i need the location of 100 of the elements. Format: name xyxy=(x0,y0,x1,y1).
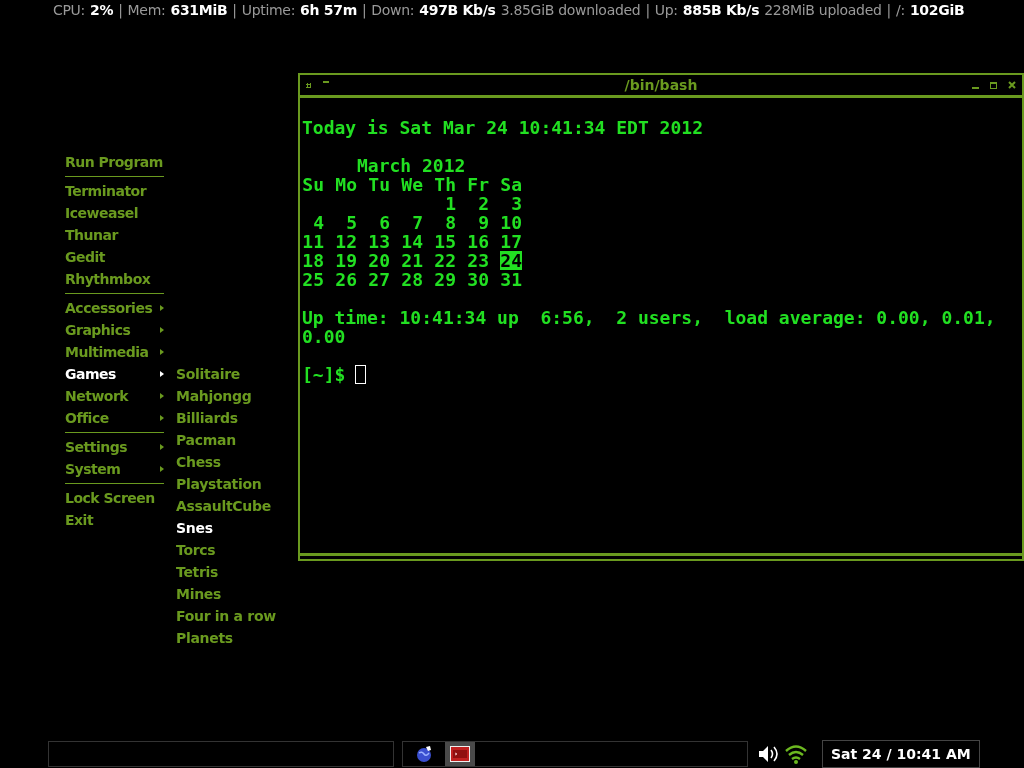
separator: | xyxy=(118,2,123,18)
status-value: 102GiB xyxy=(909,2,965,18)
arrow-icon xyxy=(160,466,164,472)
calendar-day: 20 xyxy=(368,251,390,270)
calendar-day: 6 xyxy=(379,213,390,232)
calendar-day: 12 xyxy=(335,232,357,251)
calendar-day: 18 xyxy=(302,251,324,270)
menu-item[interactable]: System xyxy=(65,459,165,481)
separator: | xyxy=(886,2,892,18)
menu-item[interactable]: Office xyxy=(65,408,165,430)
calendar-day: 30 xyxy=(467,270,489,289)
status-value: 6h 57m xyxy=(300,2,357,18)
weekday-label: We xyxy=(400,175,423,194)
shell-prompt: [~]$ xyxy=(302,365,346,384)
menu-item[interactable]: Billiards xyxy=(176,408,276,430)
menu-item[interactable]: Network xyxy=(65,386,165,408)
output-line: Today is Sat Mar 24 10:41:34 EDT 2012 xyxy=(302,118,704,137)
calendar-day: 28 xyxy=(401,270,423,289)
arrow-icon xyxy=(160,444,164,450)
menu-item[interactable]: Mahjongg xyxy=(176,386,276,408)
separator: | xyxy=(361,2,367,18)
grip-icon[interactable] xyxy=(306,82,311,88)
separator: | xyxy=(645,2,650,18)
arrow-icon xyxy=(160,393,164,399)
maximize-icon[interactable] xyxy=(990,81,998,89)
menu-item[interactable]: Planets xyxy=(176,628,276,650)
weekday-label: Th xyxy=(433,175,456,194)
calendar-day: 11 xyxy=(302,232,324,251)
arrow-icon xyxy=(160,415,164,421)
status-label: 3.85GiB downloaded xyxy=(500,2,641,18)
menu-item[interactable]: Four in a row xyxy=(176,606,276,628)
close-icon[interactable] xyxy=(1008,81,1016,89)
calendar-day: 2 xyxy=(478,194,489,213)
calendar-day: 13 xyxy=(368,232,390,251)
menu-item[interactable]: Settings xyxy=(65,437,165,459)
menu-item[interactable]: Graphics xyxy=(65,320,165,342)
menu-item[interactable]: Mines xyxy=(176,584,276,606)
menu-item[interactable]: Thunar xyxy=(65,225,165,247)
status-label: Down: xyxy=(371,2,415,18)
menu-item[interactable]: Solitaire xyxy=(176,364,276,386)
menu-item[interactable]: Lock Screen xyxy=(65,488,165,510)
menu-item[interactable]: Tetris xyxy=(176,562,276,584)
arrow-icon xyxy=(160,349,164,355)
menu-item[interactable]: AssaultCube xyxy=(176,496,276,518)
weekday-label: Fr xyxy=(466,175,489,194)
status-label: Uptime: xyxy=(241,2,296,18)
menu-item[interactable]: Exit xyxy=(65,510,165,532)
calendar-day: 15 xyxy=(434,232,456,251)
status-value: 2% xyxy=(90,2,114,18)
menu-item[interactable]: Iceweasel xyxy=(65,203,165,225)
calendar-day: 5 xyxy=(346,213,357,232)
status-label: Mem: xyxy=(127,2,166,18)
status-label: CPU: xyxy=(53,2,85,18)
menu-item[interactable]: Chess xyxy=(176,452,276,474)
weekday-label: Mo xyxy=(334,175,357,194)
menu-item[interactable]: Pacman xyxy=(176,430,276,452)
status-label: 228MiB uploaded xyxy=(764,2,882,18)
status-label: Up: xyxy=(654,2,678,18)
calendar-day: 17 xyxy=(500,232,522,251)
weekday-label: Sa xyxy=(499,175,522,194)
menu-item[interactable]: Gedit xyxy=(65,247,165,269)
calendar-day: 24 xyxy=(500,251,522,270)
window-title: /bin/bash xyxy=(624,77,698,93)
calendar-day: 10 xyxy=(500,213,522,232)
menu-item[interactable]: Multimedia xyxy=(65,342,165,364)
calendar-day: 23 xyxy=(467,251,489,270)
globe-icon xyxy=(415,745,433,763)
separator: | xyxy=(232,2,237,18)
taskbar-button[interactable] xyxy=(445,742,475,766)
calendar-day: 9 xyxy=(478,213,489,232)
menu-item[interactable]: Torcs xyxy=(176,540,276,562)
weekday-label: Tu xyxy=(367,175,390,194)
calendar-day: 25 xyxy=(302,270,324,289)
clock[interactable]: Sat 24 / 10:41 AM xyxy=(822,740,980,768)
arrow-icon xyxy=(160,371,164,377)
menu-item[interactable]: Rhythmbox xyxy=(65,269,165,291)
menu-item[interactable]: Terminator xyxy=(65,181,165,203)
calendar-day: 14 xyxy=(401,232,423,251)
calendar-day: 19 xyxy=(335,251,357,270)
calendar-day: 27 xyxy=(368,270,390,289)
calendar-day: 3 xyxy=(511,194,522,213)
status-value: 885B Kb/s xyxy=(682,2,760,18)
menu-item[interactable]: Run Program xyxy=(65,152,165,174)
menu-item[interactable]: Games xyxy=(65,364,165,386)
menu-item[interactable]: Snes xyxy=(176,518,276,540)
calendar-day: 16 xyxy=(467,232,489,251)
calendar-day: 21 xyxy=(401,251,423,270)
calendar-day: 26 xyxy=(335,270,357,289)
arrow-icon xyxy=(160,305,164,311)
status-value: 497B Kb/s xyxy=(419,2,496,18)
menu-item[interactable]: Playstation xyxy=(176,474,276,496)
wifi-icon[interactable] xyxy=(784,744,808,764)
calendar-day: 4 xyxy=(313,213,324,232)
calendar-day: 1 xyxy=(445,194,456,213)
calendar-day: 22 xyxy=(434,251,456,270)
weekday-label: Su xyxy=(302,175,324,194)
calendar-day: 31 xyxy=(500,270,522,289)
menu-item[interactable]: Accessories xyxy=(65,298,165,320)
calendar-day: 8 xyxy=(445,213,456,232)
output-line: Up time: 10:41:34 up 6:56, 2 users, load average: 0.00, 0.01, 0.00 xyxy=(302,308,997,346)
